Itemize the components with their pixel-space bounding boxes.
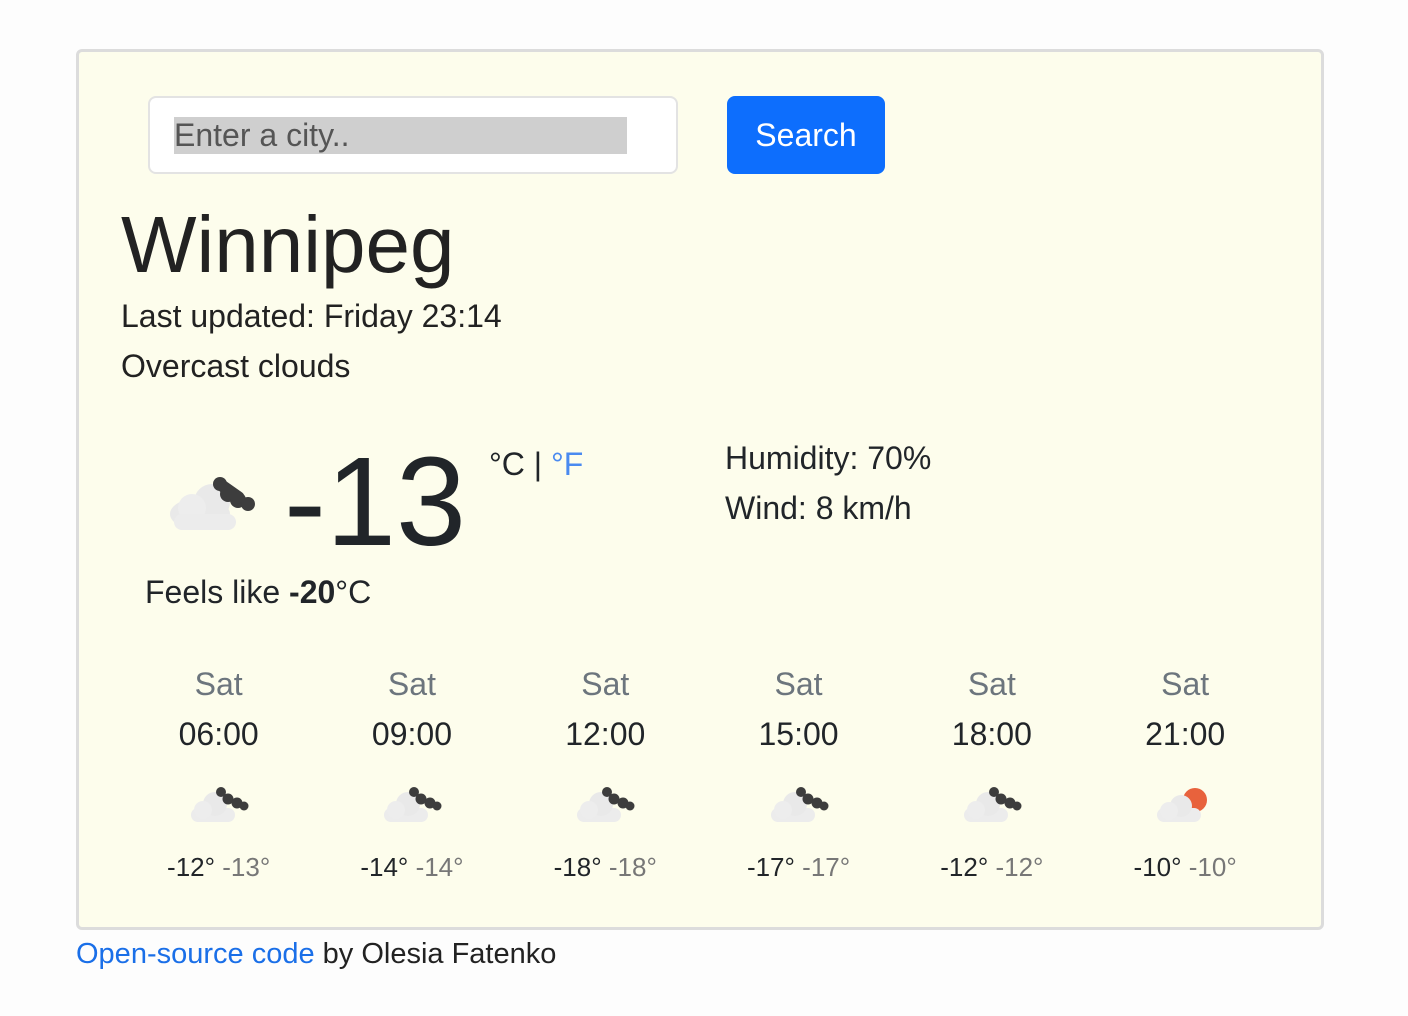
forecast-day: Sat xyxy=(387,666,436,702)
feels-like-unit: °C xyxy=(335,574,372,610)
forecast-temps: -10° -10° xyxy=(1088,852,1281,883)
broken-clouds-icon xyxy=(383,787,442,822)
footer: Open-source code by Olesia Fatenko xyxy=(76,938,556,971)
forecast-item: Sat 15:00 -17° -17° xyxy=(702,664,895,883)
broken-clouds-icon xyxy=(963,787,1022,822)
forecast-time: 09:00 xyxy=(371,716,452,752)
forecast-item: Sat 21:00 -10° -10° xyxy=(1088,664,1281,883)
forecast-time: 18:00 xyxy=(951,716,1032,752)
forecast-day: Sat xyxy=(581,666,630,702)
source-code-link[interactable]: Open-source code xyxy=(76,938,315,970)
broken-clouds-icon xyxy=(770,787,829,822)
forecast-temps: -17° -17° xyxy=(702,852,895,883)
forecast-max-temp: -12° xyxy=(167,852,216,882)
forecast-time: 12:00 xyxy=(565,716,646,752)
wind-speed: Wind: 8 km/h xyxy=(725,490,912,526)
forecast-temps: -18° -18° xyxy=(509,852,702,883)
forecast-temps: -12° -12° xyxy=(895,852,1088,883)
search-button[interactable]: Search xyxy=(727,96,885,174)
forecast-item: Sat 12:00 -18° -18° xyxy=(509,664,702,883)
forecast-min-temp: -17° xyxy=(802,852,851,882)
city-search-input[interactable] xyxy=(148,96,678,174)
forecast-day: Sat xyxy=(194,666,243,702)
forecast-time: 15:00 xyxy=(758,716,839,752)
unit-fahrenheit-link[interactable]: °F xyxy=(551,446,583,482)
forecast-time: 06:00 xyxy=(178,716,259,752)
forecast-day: Sat xyxy=(774,666,823,702)
forecast-max-temp: -12° xyxy=(940,852,989,882)
few-clouds-night-icon xyxy=(1157,788,1208,822)
forecast-item: Sat 09:00 -14° -14° xyxy=(315,664,508,883)
city-name: Winnipeg xyxy=(121,200,455,289)
last-updated-label: Last updated: xyxy=(121,298,315,334)
forecast-min-temp: -10° xyxy=(1188,852,1237,882)
broken-clouds-icon xyxy=(577,787,635,822)
broken-clouds-icon xyxy=(190,787,249,822)
forecast-max-temp: -17° xyxy=(746,852,795,882)
forecast-max-temp: -10° xyxy=(1133,852,1182,882)
forecast-max-temp: -14° xyxy=(360,852,409,882)
feels-like-label: Feels like xyxy=(145,574,281,610)
unit-switcher: °C | °F xyxy=(489,446,583,483)
humidity: Humidity: 70% xyxy=(725,440,932,476)
feels-like: Feels like -20°C xyxy=(145,574,371,611)
forecast-day: Sat xyxy=(967,666,1016,702)
forecast-temps: -12° -13° xyxy=(122,852,315,883)
forecast-item: Sat 18:00 -12° -12° xyxy=(895,664,1088,883)
unit-celsius[interactable]: °C xyxy=(489,446,525,482)
forecast-min-temp: -18° xyxy=(608,852,657,882)
forecast-min-temp: -13° xyxy=(222,852,271,882)
weather-card: Search Winnipeg Last updated: Friday 23:… xyxy=(76,49,1324,930)
forecast-max-temp: -18° xyxy=(553,852,602,882)
last-updated: Last updated: Friday 23:14 xyxy=(121,298,502,335)
forecast-min-temp: -12° xyxy=(995,852,1044,882)
unit-separator: | xyxy=(533,446,543,482)
weather-description: Overcast clouds xyxy=(121,348,351,384)
forecast-day: Sat xyxy=(1161,666,1210,702)
feels-like-value: -20 xyxy=(289,574,336,610)
forecast-min-temp: -14° xyxy=(415,852,464,882)
last-updated-value: Friday 23:14 xyxy=(323,298,502,334)
broken-clouds-icon xyxy=(170,477,255,530)
forecast-item: Sat 06:00 -12° -13° xyxy=(122,664,315,883)
current-temperature: -13 xyxy=(284,431,467,572)
footer-author: by Olesia Fatenko xyxy=(314,938,557,970)
forecast-time: 21:00 xyxy=(1145,716,1226,752)
forecast-temps: -14° -14° xyxy=(315,852,508,883)
forecast-list: Sat 06:00 -12° -13° Sat 09:00 -14° -14° … xyxy=(122,664,1282,883)
